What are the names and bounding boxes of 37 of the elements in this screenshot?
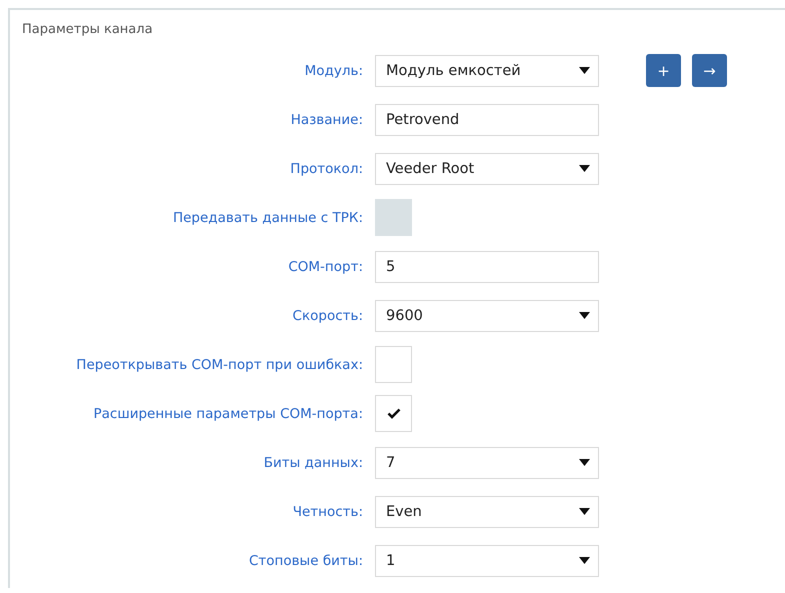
panel-title: Параметры канала: [21, 21, 154, 39]
dropdown-value: 1: [386, 552, 396, 568]
dropdown-value: 9600: [386, 308, 423, 324]
checkbox[interactable]: [375, 395, 412, 432]
module-button[interactable]: →: [692, 54, 727, 87]
dropdown-value: Модуль емкостей: [386, 62, 521, 78]
caret-icon: [579, 508, 590, 515]
dropdown[interactable]: 7: [375, 446, 599, 478]
dropdown[interactable]: Модуль емкостей: [375, 54, 599, 86]
field-label: Четность:: [292, 504, 364, 520]
caret-icon: [579, 67, 590, 74]
checkmark-icon: [386, 408, 400, 419]
module-button[interactable]: +: [646, 54, 681, 87]
field-label: Расширенные параметры COM-порта:: [92, 406, 364, 422]
dropdown-value: Veeder Root: [386, 160, 474, 176]
caret-icon: [579, 165, 590, 172]
checkbox[interactable]: [375, 346, 412, 383]
dropdown-value: Even: [386, 504, 422, 520]
caret-icon: [579, 312, 590, 319]
caret-icon: [579, 459, 590, 466]
field-label: Переоткрывать COM-порт при ошибках:: [75, 356, 364, 372]
dropdown[interactable]: 9600: [375, 300, 599, 332]
field-label: Передавать данные с ТРК:: [172, 210, 364, 226]
dropdown-value: 7: [386, 454, 396, 470]
dropdown[interactable]: Veeder Root: [375, 152, 599, 184]
field-label: Модуль:: [304, 62, 364, 78]
field-label: Биты данных:: [262, 454, 364, 470]
field-label: COM-порт:: [287, 258, 364, 274]
field-label: Протокол:: [289, 160, 364, 176]
dropdown[interactable]: Even: [375, 496, 599, 528]
dropdown[interactable]: 1: [375, 544, 599, 576]
caret-icon: [579, 557, 590, 564]
field-label: Название:: [290, 112, 364, 128]
text-field[interactable]: 5: [375, 250, 599, 282]
field-label: Скорость:: [292, 308, 364, 324]
field-label: Стоповые биты:: [248, 552, 364, 568]
text-field[interactable]: Petrovend: [375, 104, 599, 136]
